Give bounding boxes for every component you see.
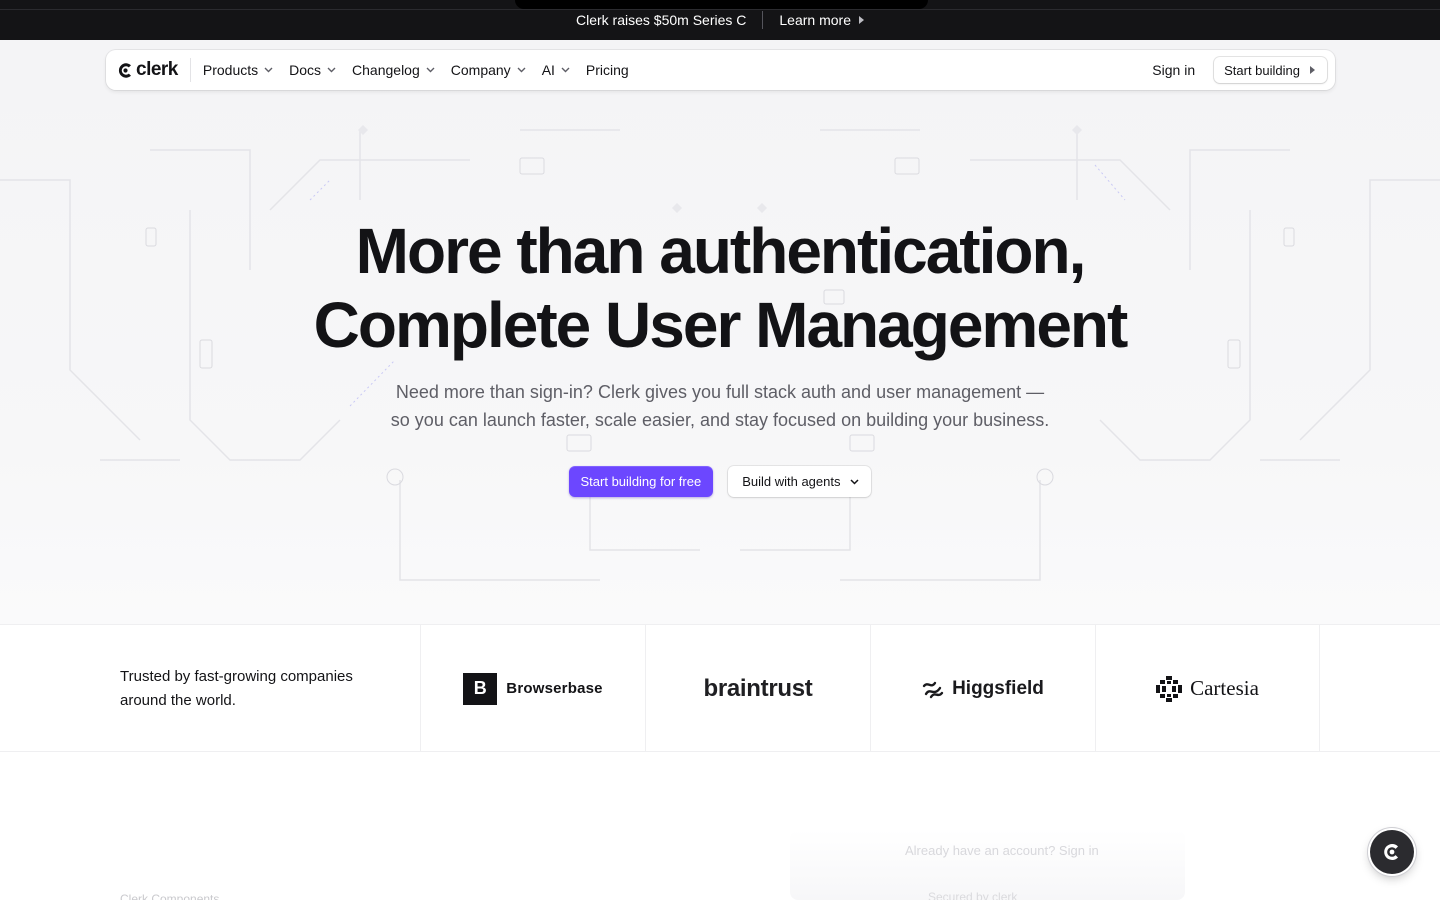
sign-in-link[interactable]: Sign in [1152, 62, 1195, 78]
nav-actions: Sign in Start building [1152, 57, 1327, 83]
higgsfield-wordmark: Higgsfield [952, 677, 1044, 699]
clerk-logo[interactable]: clerk [118, 59, 178, 81]
nav-item-products[interactable]: Products [203, 62, 273, 78]
learn-more-label: Learn more [779, 12, 851, 28]
browserbase-mark: B [463, 672, 498, 705]
nav-item-changelog[interactable]: Changelog [352, 62, 435, 78]
start-building-button[interactable]: Start building [1214, 57, 1327, 83]
customer-logo-cartesia: Cartesia [1095, 625, 1320, 752]
customer-logo-braintrust: braintrust [645, 625, 870, 752]
chevron-down-icon [426, 67, 435, 73]
trusted-by-section: Trusted by fast-growing companies around… [0, 624, 1440, 752]
hero-cta-row: Start building for free Build with agent… [0, 466, 1440, 497]
nav-item-label: Pricing [585, 62, 629, 78]
nav-item-company[interactable]: Company [451, 62, 526, 78]
higgsfield-icon [922, 681, 944, 698]
chevron-down-icon [517, 67, 526, 73]
start-building-label: Start building [1224, 62, 1300, 78]
nav-item-label: Products [202, 62, 259, 78]
chevron-down-icon [264, 67, 273, 73]
main-nav: clerk Products Docs Changelog Company AI… [106, 50, 1335, 90]
nav-item-ai[interactable]: AI [542, 62, 570, 78]
chevron-down-icon [327, 67, 336, 73]
logo-wordmark: clerk [136, 59, 178, 80]
hero-headline: More than authentication, Complete User … [0, 214, 1440, 362]
nav-item-label: Changelog [352, 62, 420, 78]
cartesia-wordmark: Cartesia [1190, 676, 1259, 700]
headline-line-2: Complete User Management [313, 289, 1129, 361]
clerk-chat-icon [1384, 844, 1398, 860]
learn-more-link[interactable]: Learn more [779, 12, 864, 28]
nav-item-label: Docs [289, 62, 322, 78]
nav-divider [189, 58, 191, 82]
start-building-free-button[interactable]: Start building for free [568, 466, 714, 497]
subhead-line-2: so you can launch faster, scale easier, … [390, 410, 1050, 430]
clerk-logo-icon [118, 62, 131, 78]
announcement-notch [515, 0, 928, 9]
nav-item-docs[interactable]: Docs [289, 62, 336, 78]
announcement-divider [0, 9, 1440, 10]
nav-item-label: Company [450, 62, 511, 78]
nav-item-pricing[interactable]: Pricing [586, 62, 629, 78]
play-arrow-icon [1310, 66, 1315, 74]
subhead-line-1: Need more than sign-in? Clerk gives you … [395, 382, 1045, 402]
announcement-text: Clerk raises $50m Series C [576, 12, 747, 28]
build-with-agents-button[interactable]: Build with agents [728, 466, 872, 497]
chevron-down-icon [561, 67, 570, 73]
hero-subheading: Need more than sign-in? Clerk gives you … [0, 378, 1440, 434]
browserbase-wordmark: Browserbase [506, 680, 603, 697]
headline-line-1: More than authentication, [355, 215, 1087, 287]
preview-secured-text: Secured by clerk [928, 890, 1018, 900]
nav-item-label: AI [541, 62, 555, 78]
customer-logo-higgsfield: Higgsfield [870, 625, 1095, 752]
chevron-down-icon [850, 478, 860, 485]
announcement-bar: Clerk raises $50m Series C Learn more [0, 0, 1440, 40]
braintrust-wordmark: braintrust [703, 674, 813, 702]
chat-assistant-button[interactable] [1370, 830, 1414, 874]
preview-account-text: Already have an account? Sign in [905, 843, 1099, 858]
announcement-separator [762, 11, 764, 29]
customer-logo-browserbase: B Browserbase [420, 625, 645, 752]
play-arrow-icon [858, 16, 864, 24]
nav-links: Products Docs Changelog Company AI Prici… [203, 62, 629, 78]
cartesia-icon [1156, 675, 1183, 702]
trusted-text: Trusted by fast-growing companies around… [120, 668, 353, 709]
section-eyebrow: Clerk Components [120, 892, 220, 900]
build-with-agents-label: Build with agents [742, 474, 841, 489]
